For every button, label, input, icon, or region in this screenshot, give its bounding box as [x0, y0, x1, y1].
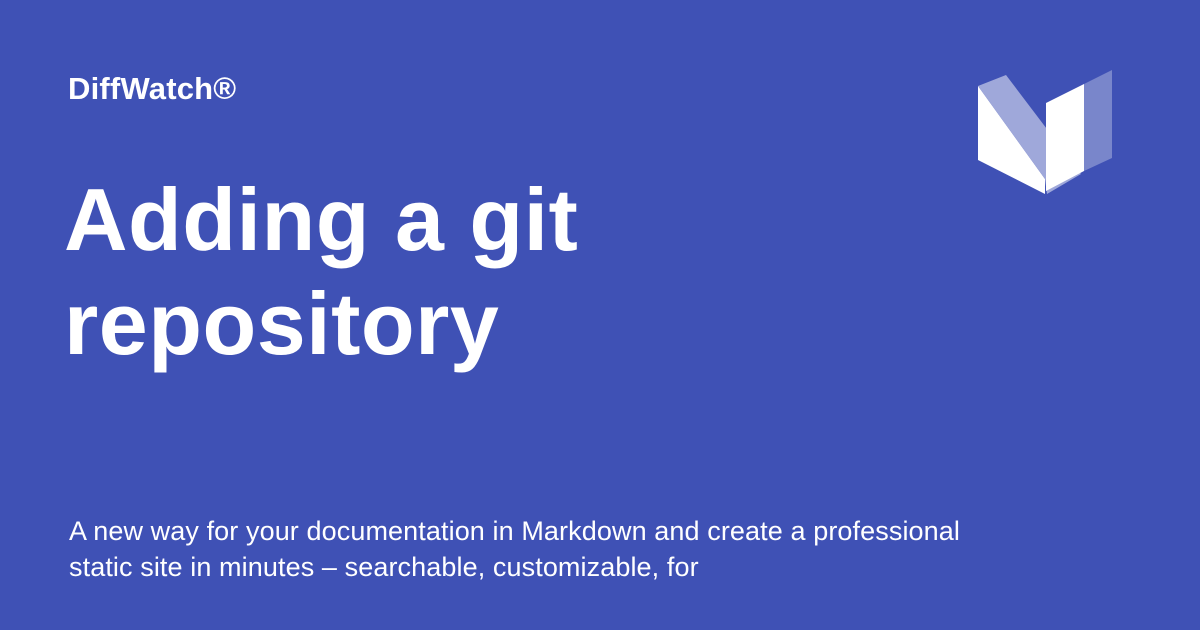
page-title: Adding a git repository: [64, 170, 579, 373]
page-description: A new way for your documentation in Mark…: [69, 516, 960, 582]
stylized-m-logo-icon: [978, 70, 1112, 194]
logo-right-edge-icon: [1084, 70, 1112, 171]
brand-name: DiffWatch®: [68, 71, 237, 106]
social-preview-card: DiffWatch® Adding a git repository A new…: [0, 0, 1200, 630]
